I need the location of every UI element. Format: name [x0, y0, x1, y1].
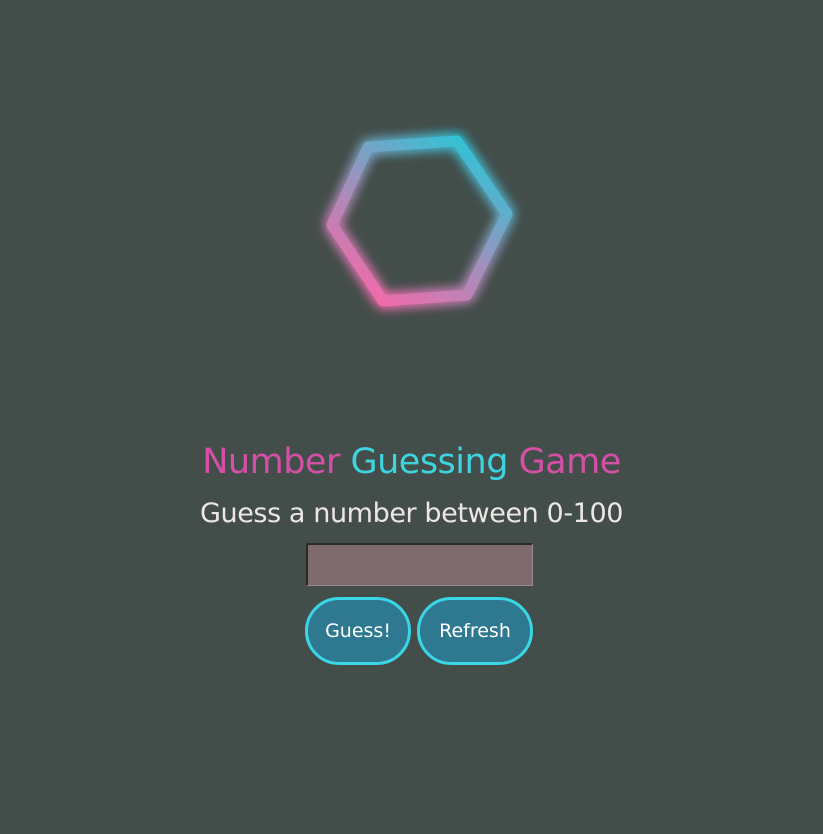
game-page: Number Guessing Game Guess a number betw… — [0, 0, 823, 834]
guess-button[interactable]: Guess! — [305, 597, 411, 665]
page-title: Number Guessing Game — [0, 440, 823, 484]
glowing-hexagon-icon — [304, 112, 534, 332]
refresh-button[interactable]: Refresh — [417, 597, 533, 665]
title-word-game: Game — [518, 442, 622, 482]
title-word-guessing: Guessing — [350, 442, 508, 482]
guess-input[interactable] — [306, 543, 533, 586]
instructions-text: Guess a number between 0-100 — [199, 498, 624, 529]
title-word-number: Number — [202, 442, 340, 482]
